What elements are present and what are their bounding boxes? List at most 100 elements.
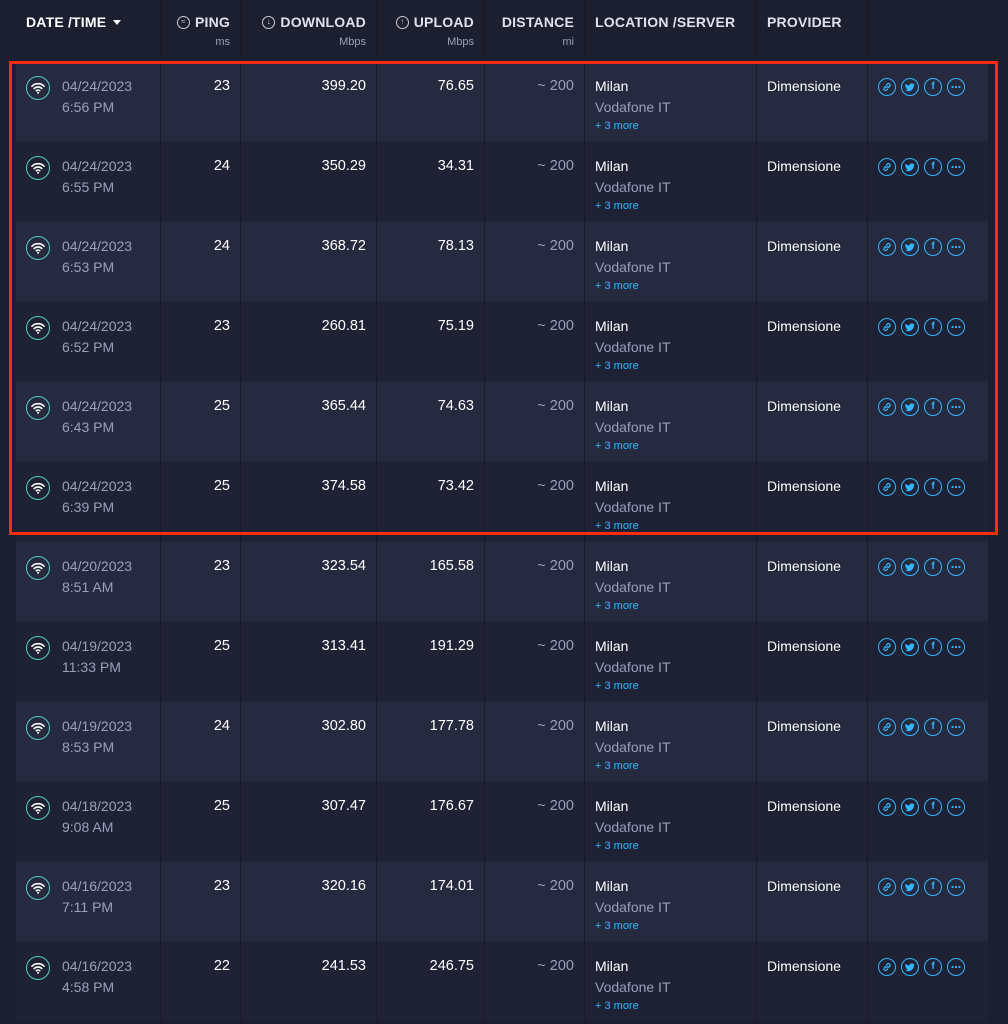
facebook-icon[interactable]: f bbox=[924, 398, 942, 416]
more-servers-link[interactable]: + 3 more bbox=[595, 118, 756, 135]
link-icon[interactable] bbox=[878, 78, 896, 96]
link-icon[interactable] bbox=[878, 398, 896, 416]
header-ping-label: PING bbox=[194, 14, 230, 30]
facebook-icon[interactable]: f bbox=[924, 238, 942, 256]
link-icon[interactable] bbox=[878, 238, 896, 256]
header-upload[interactable]: ↑ UPLOAD Mbps bbox=[377, 0, 485, 61]
more-servers-link[interactable]: + 3 more bbox=[595, 838, 756, 855]
ping-value: 24 bbox=[161, 221, 241, 301]
facebook-icon[interactable]: f bbox=[924, 158, 942, 176]
more-servers-link[interactable]: + 3 more bbox=[595, 438, 756, 455]
table-row[interactable]: 04/24/2023 6:52 PM 23 260.81 75.19 ~ 200… bbox=[16, 301, 988, 381]
facebook-icon[interactable]: f bbox=[924, 558, 942, 576]
twitter-icon[interactable] bbox=[901, 78, 919, 96]
more-servers-link[interactable]: + 3 more bbox=[595, 598, 756, 615]
more-servers-link[interactable]: + 3 more bbox=[595, 918, 756, 935]
location-city: Milan bbox=[595, 958, 629, 974]
table-row[interactable]: 04/24/2023 6:39 PM 25 374.58 73.42 ~ 200… bbox=[16, 461, 988, 541]
link-icon[interactable] bbox=[878, 878, 896, 896]
more-icon[interactable] bbox=[947, 238, 965, 256]
twitter-icon[interactable] bbox=[901, 398, 919, 416]
link-icon[interactable] bbox=[878, 958, 896, 976]
header-provider[interactable]: PROVIDER bbox=[757, 0, 868, 61]
header-location[interactable]: LOCATION /SERVER bbox=[585, 0, 757, 61]
more-icon[interactable] bbox=[947, 78, 965, 96]
more-icon[interactable] bbox=[947, 878, 965, 896]
facebook-icon[interactable]: f bbox=[924, 638, 942, 656]
share-cell: f bbox=[868, 861, 988, 941]
more-servers-link[interactable]: + 3 more bbox=[595, 198, 756, 215]
location-cell: Milan Vodafone IT + 3 more bbox=[585, 61, 757, 141]
link-icon[interactable] bbox=[878, 318, 896, 336]
more-icon[interactable] bbox=[947, 478, 965, 496]
twitter-icon[interactable] bbox=[901, 718, 919, 736]
wifi-icon bbox=[26, 76, 50, 100]
more-servers-link[interactable]: + 3 more bbox=[595, 358, 756, 375]
provider-name: Dimensione bbox=[757, 221, 868, 301]
more-icon[interactable] bbox=[947, 158, 965, 176]
more-icon[interactable] bbox=[947, 398, 965, 416]
table-row[interactable]: 04/24/2023 6:55 PM 24 350.29 34.31 ~ 200… bbox=[16, 141, 988, 221]
wifi-icon bbox=[26, 156, 50, 180]
link-icon[interactable] bbox=[878, 718, 896, 736]
more-icon[interactable] bbox=[947, 798, 965, 816]
distance-value: ~ 200 bbox=[485, 781, 585, 861]
twitter-icon[interactable] bbox=[901, 878, 919, 896]
server-name: Vodafone IT bbox=[595, 179, 671, 195]
header-date-time[interactable]: DATE /TIME bbox=[16, 0, 161, 61]
link-icon[interactable] bbox=[878, 798, 896, 816]
table-row[interactable]: 04/20/2023 8:51 AM 23 323.54 165.58 ~ 20… bbox=[16, 541, 988, 621]
facebook-icon[interactable]: f bbox=[924, 798, 942, 816]
link-icon[interactable] bbox=[878, 638, 896, 656]
table-row[interactable]: 04/19/2023 8:53 PM 24 302.80 177.78 ~ 20… bbox=[16, 701, 988, 781]
table-row[interactable]: 04/18/2023 9:08 AM 25 307.47 176.67 ~ 20… bbox=[16, 781, 988, 861]
header-ping[interactable]: ≈ PING ms bbox=[161, 0, 241, 61]
date-cell: 04/24/2023 6:43 PM bbox=[16, 381, 161, 461]
link-icon[interactable] bbox=[878, 558, 896, 576]
more-icon[interactable] bbox=[947, 318, 965, 336]
upload-value: 176.67 bbox=[377, 781, 485, 861]
twitter-icon[interactable] bbox=[901, 638, 919, 656]
more-servers-link[interactable]: + 3 more bbox=[595, 278, 756, 295]
more-servers-link[interactable]: + 3 more bbox=[595, 758, 756, 775]
link-icon[interactable] bbox=[878, 478, 896, 496]
table-row[interactable]: 04/24/2023 6:43 PM 25 365.44 74.63 ~ 200… bbox=[16, 381, 988, 461]
table-row[interactable]: 04/24/2023 6:53 PM 24 368.72 78.13 ~ 200… bbox=[16, 221, 988, 301]
more-servers-link[interactable]: + 3 more bbox=[595, 518, 756, 535]
distance-value: ~ 200 bbox=[485, 301, 585, 381]
header-distance[interactable]: DISTANCE mi bbox=[485, 0, 585, 61]
facebook-icon[interactable]: f bbox=[924, 318, 942, 336]
twitter-icon[interactable] bbox=[901, 238, 919, 256]
more-icon[interactable] bbox=[947, 638, 965, 656]
more-icon[interactable] bbox=[947, 718, 965, 736]
twitter-icon[interactable] bbox=[901, 558, 919, 576]
location-city: Milan bbox=[595, 78, 629, 94]
upload-value: 75.19 bbox=[377, 301, 485, 381]
twitter-icon[interactable] bbox=[901, 478, 919, 496]
twitter-icon[interactable] bbox=[901, 158, 919, 176]
header-download[interactable]: ↓ DOWNLOAD Mbps bbox=[241, 0, 377, 61]
table-row[interactable]: 04/19/2023 11:33 PM 25 313.41 191.29 ~ 2… bbox=[16, 621, 988, 701]
table-row[interactable]: 04/16/2023 4:58 PM 22 241.53 246.75 ~ 20… bbox=[16, 941, 988, 1021]
table-row[interactable]: 04/16/2023 7:11 PM 23 320.16 174.01 ~ 20… bbox=[16, 861, 988, 941]
facebook-icon[interactable]: f bbox=[924, 478, 942, 496]
provider-name: Dimensione bbox=[757, 941, 868, 1021]
distance-value: ~ 200 bbox=[485, 701, 585, 781]
server-name: Vodafone IT bbox=[595, 899, 671, 915]
more-servers-link[interactable]: + 3 more bbox=[595, 678, 756, 695]
link-icon[interactable] bbox=[878, 158, 896, 176]
table-row[interactable]: 04/24/2023 6:56 PM 23 399.20 76.65 ~ 200… bbox=[16, 61, 988, 141]
more-servers-link[interactable]: + 3 more bbox=[595, 998, 756, 1015]
date-cell: 04/19/2023 8:53 PM bbox=[16, 701, 161, 781]
facebook-icon[interactable]: f bbox=[924, 718, 942, 736]
twitter-icon[interactable] bbox=[901, 958, 919, 976]
twitter-icon[interactable] bbox=[901, 318, 919, 336]
twitter-icon[interactable] bbox=[901, 798, 919, 816]
facebook-icon[interactable]: f bbox=[924, 878, 942, 896]
facebook-icon[interactable]: f bbox=[924, 958, 942, 976]
share-cell: f bbox=[868, 541, 988, 621]
more-icon[interactable] bbox=[947, 558, 965, 576]
more-icon[interactable] bbox=[947, 958, 965, 976]
server-name: Vodafone IT bbox=[595, 499, 671, 515]
facebook-icon[interactable]: f bbox=[924, 78, 942, 96]
